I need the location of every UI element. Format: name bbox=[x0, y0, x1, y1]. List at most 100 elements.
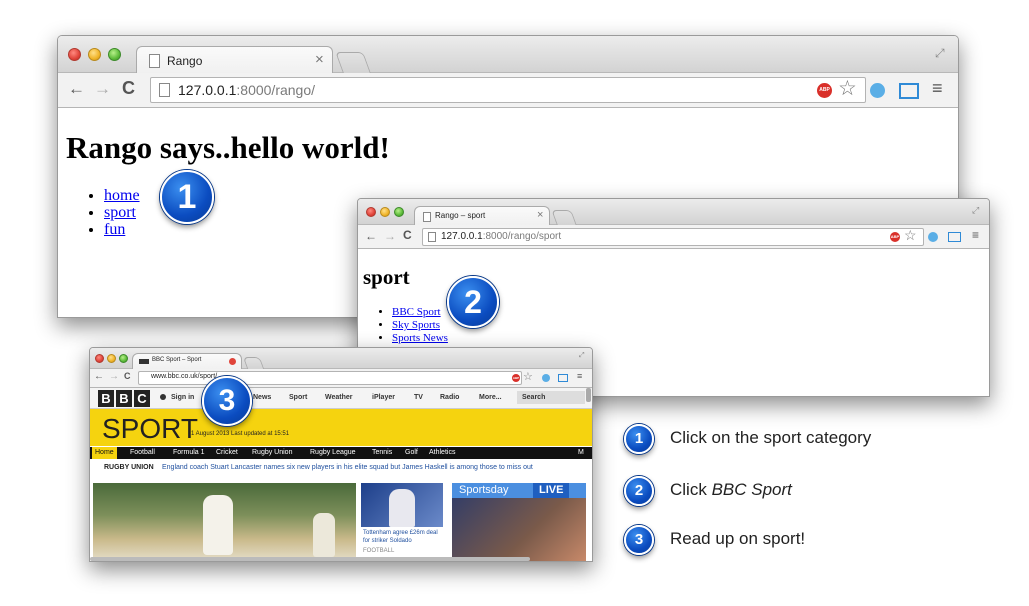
close-window-button[interactable] bbox=[366, 207, 376, 217]
bookmark-star-icon[interactable]: ☆ bbox=[523, 370, 533, 383]
story-caption[interactable]: Tottenham agree £26m deal for striker So… bbox=[363, 529, 445, 545]
close-tab-icon[interactable] bbox=[229, 358, 236, 365]
close-tab-icon[interactable]: × bbox=[315, 51, 324, 68]
tab-rango[interactable]: Rango × bbox=[136, 46, 333, 74]
subnav-f1[interactable]: Formula 1 bbox=[173, 449, 205, 456]
story-photo[interactable] bbox=[361, 483, 443, 527]
zoom-window-button[interactable] bbox=[108, 48, 121, 61]
nav-weather[interactable]: Weather bbox=[325, 394, 353, 401]
subnav-cricket[interactable]: Cricket bbox=[216, 449, 238, 456]
cast-icon[interactable] bbox=[948, 232, 961, 242]
fullscreen-icon[interactable]: ⤢ bbox=[972, 205, 979, 216]
minimize-window-button[interactable] bbox=[107, 354, 116, 363]
page-icon bbox=[428, 232, 436, 242]
step-badge-2: 2 bbox=[447, 276, 499, 328]
nav-more[interactable]: More... bbox=[479, 394, 502, 401]
title-bar: Rango × ⤢ bbox=[58, 36, 958, 74]
bbc-favicon bbox=[139, 359, 149, 364]
adblock-icon[interactable]: ABP bbox=[890, 232, 900, 242]
forward-icon[interactable]: → bbox=[384, 229, 396, 243]
address-bar[interactable]: www.bbc.co.uk/sport/ bbox=[138, 371, 522, 385]
close-window-button[interactable] bbox=[68, 48, 81, 61]
subnav-tennis[interactable]: Tennis bbox=[372, 449, 392, 456]
extension-icon[interactable] bbox=[542, 374, 550, 382]
tab-bbc-sport[interactable]: BBC Sport – Sport bbox=[132, 353, 242, 370]
back-icon[interactable]: ← bbox=[94, 371, 104, 382]
link-sport[interactable]: sport bbox=[104, 204, 136, 221]
live-badge: LIVE bbox=[533, 483, 570, 498]
minimize-window-button[interactable] bbox=[88, 48, 101, 61]
link-home[interactable]: home bbox=[104, 187, 140, 204]
user-icon bbox=[160, 394, 166, 400]
link-fun[interactable]: fun bbox=[104, 221, 125, 238]
cast-icon[interactable] bbox=[558, 374, 568, 382]
url-text: www.bbc.co.uk/sport/ bbox=[151, 373, 218, 380]
menu-icon[interactable]: ≡ bbox=[932, 78, 943, 99]
reload-icon[interactable]: C bbox=[403, 228, 412, 242]
bookmark-star-icon[interactable]: ☆ bbox=[838, 76, 857, 101]
tab-title: Rango bbox=[167, 54, 203, 68]
link-sports-news[interactable]: Sports News bbox=[392, 332, 448, 344]
extension-icon[interactable] bbox=[928, 232, 938, 242]
news-label: RUGBY UNION bbox=[104, 464, 154, 471]
toolbar: ← → C www.bbc.co.uk/sport/ ABP ☆ ≡ bbox=[90, 369, 592, 388]
subnav-rugby-union[interactable]: Rugby Union bbox=[252, 449, 292, 456]
nav-radio[interactable]: Radio bbox=[440, 394, 459, 401]
tab-rango-sport[interactable]: Rango – sport × bbox=[414, 206, 550, 226]
list-item: sport bbox=[104, 204, 140, 221]
news-headline[interactable]: England coach Stuart Lancaster names six… bbox=[162, 464, 533, 471]
extension-icon[interactable] bbox=[870, 83, 885, 98]
menu-icon[interactable]: ≡ bbox=[577, 371, 582, 381]
back-icon[interactable]: ← bbox=[365, 229, 377, 243]
nav-news[interactable]: News bbox=[253, 394, 271, 401]
close-window-button[interactable] bbox=[95, 354, 104, 363]
sign-in-link[interactable]: Sign in bbox=[171, 394, 194, 401]
subnav-golf[interactable]: Golf bbox=[405, 449, 418, 456]
link-sky-sports[interactable]: Sky Sports bbox=[392, 319, 440, 331]
player-figure bbox=[313, 513, 335, 557]
new-tab-button[interactable] bbox=[551, 210, 577, 225]
adblock-icon[interactable]: ABP bbox=[817, 83, 832, 98]
tab-title: BBC Sport – Sport bbox=[152, 357, 202, 363]
menu-icon[interactable]: ≡ bbox=[972, 228, 979, 242]
reload-icon[interactable]: C bbox=[122, 78, 135, 99]
cast-icon[interactable] bbox=[899, 83, 919, 99]
back-icon[interactable]: ← bbox=[68, 79, 85, 99]
url-text: 127.0.0.1:8000/rango/sport bbox=[441, 231, 562, 242]
player-figure bbox=[389, 489, 415, 527]
live-promo[interactable]: Sportsday LIVE bbox=[452, 483, 586, 561]
new-tab-button[interactable] bbox=[242, 357, 265, 369]
story-tag: FOOTBALL bbox=[363, 548, 395, 554]
zoom-window-button[interactable] bbox=[394, 207, 404, 217]
minimize-window-button[interactable] bbox=[380, 207, 390, 217]
fullscreen-icon[interactable]: ⤢ bbox=[935, 46, 945, 61]
subnav-more[interactable]: M bbox=[578, 449, 584, 456]
forward-icon[interactable]: → bbox=[109, 371, 119, 382]
nav-iplayer[interactable]: iPlayer bbox=[372, 394, 395, 401]
subnav-football[interactable]: Football bbox=[130, 449, 155, 456]
bookmark-star-icon[interactable]: ☆ bbox=[904, 227, 917, 244]
list-item: home bbox=[104, 187, 140, 204]
title-bar: Rango – sport × ⤢ bbox=[358, 199, 989, 226]
address-bar[interactable]: 127.0.0.1:8000/rango/ bbox=[150, 77, 866, 103]
new-tab-button[interactable] bbox=[335, 52, 371, 73]
zoom-window-button[interactable] bbox=[119, 354, 128, 363]
nav-tv[interactable]: TV bbox=[414, 394, 423, 401]
nav-sport[interactable]: Sport bbox=[289, 394, 307, 401]
subnav-home[interactable]: Home bbox=[92, 447, 117, 459]
search-input[interactable]: Search bbox=[517, 391, 585, 404]
bbc-logo[interactable]: BBC bbox=[98, 390, 152, 408]
address-bar[interactable]: 127.0.0.1:8000/rango/sport bbox=[422, 228, 924, 246]
reload-icon[interactable]: C bbox=[124, 371, 131, 381]
scrollbar[interactable] bbox=[586, 388, 591, 402]
fullscreen-icon[interactable]: ⤢ bbox=[579, 352, 585, 360]
horizontal-scrollbar[interactable] bbox=[90, 557, 530, 561]
news-ticker: RUGBY UNION England coach Stuart Lancast… bbox=[90, 461, 592, 475]
subnav-rugby-league[interactable]: Rugby League bbox=[310, 449, 356, 456]
link-bbc-sport[interactable]: BBC Sport bbox=[392, 306, 441, 318]
subnav-athletics[interactable]: Athletics bbox=[429, 449, 455, 456]
close-tab-icon[interactable]: × bbox=[537, 209, 543, 221]
main-photo[interactable] bbox=[93, 483, 356, 561]
adblock-icon[interactable]: ABP bbox=[512, 374, 520, 382]
forward-icon[interactable]: → bbox=[94, 79, 111, 99]
